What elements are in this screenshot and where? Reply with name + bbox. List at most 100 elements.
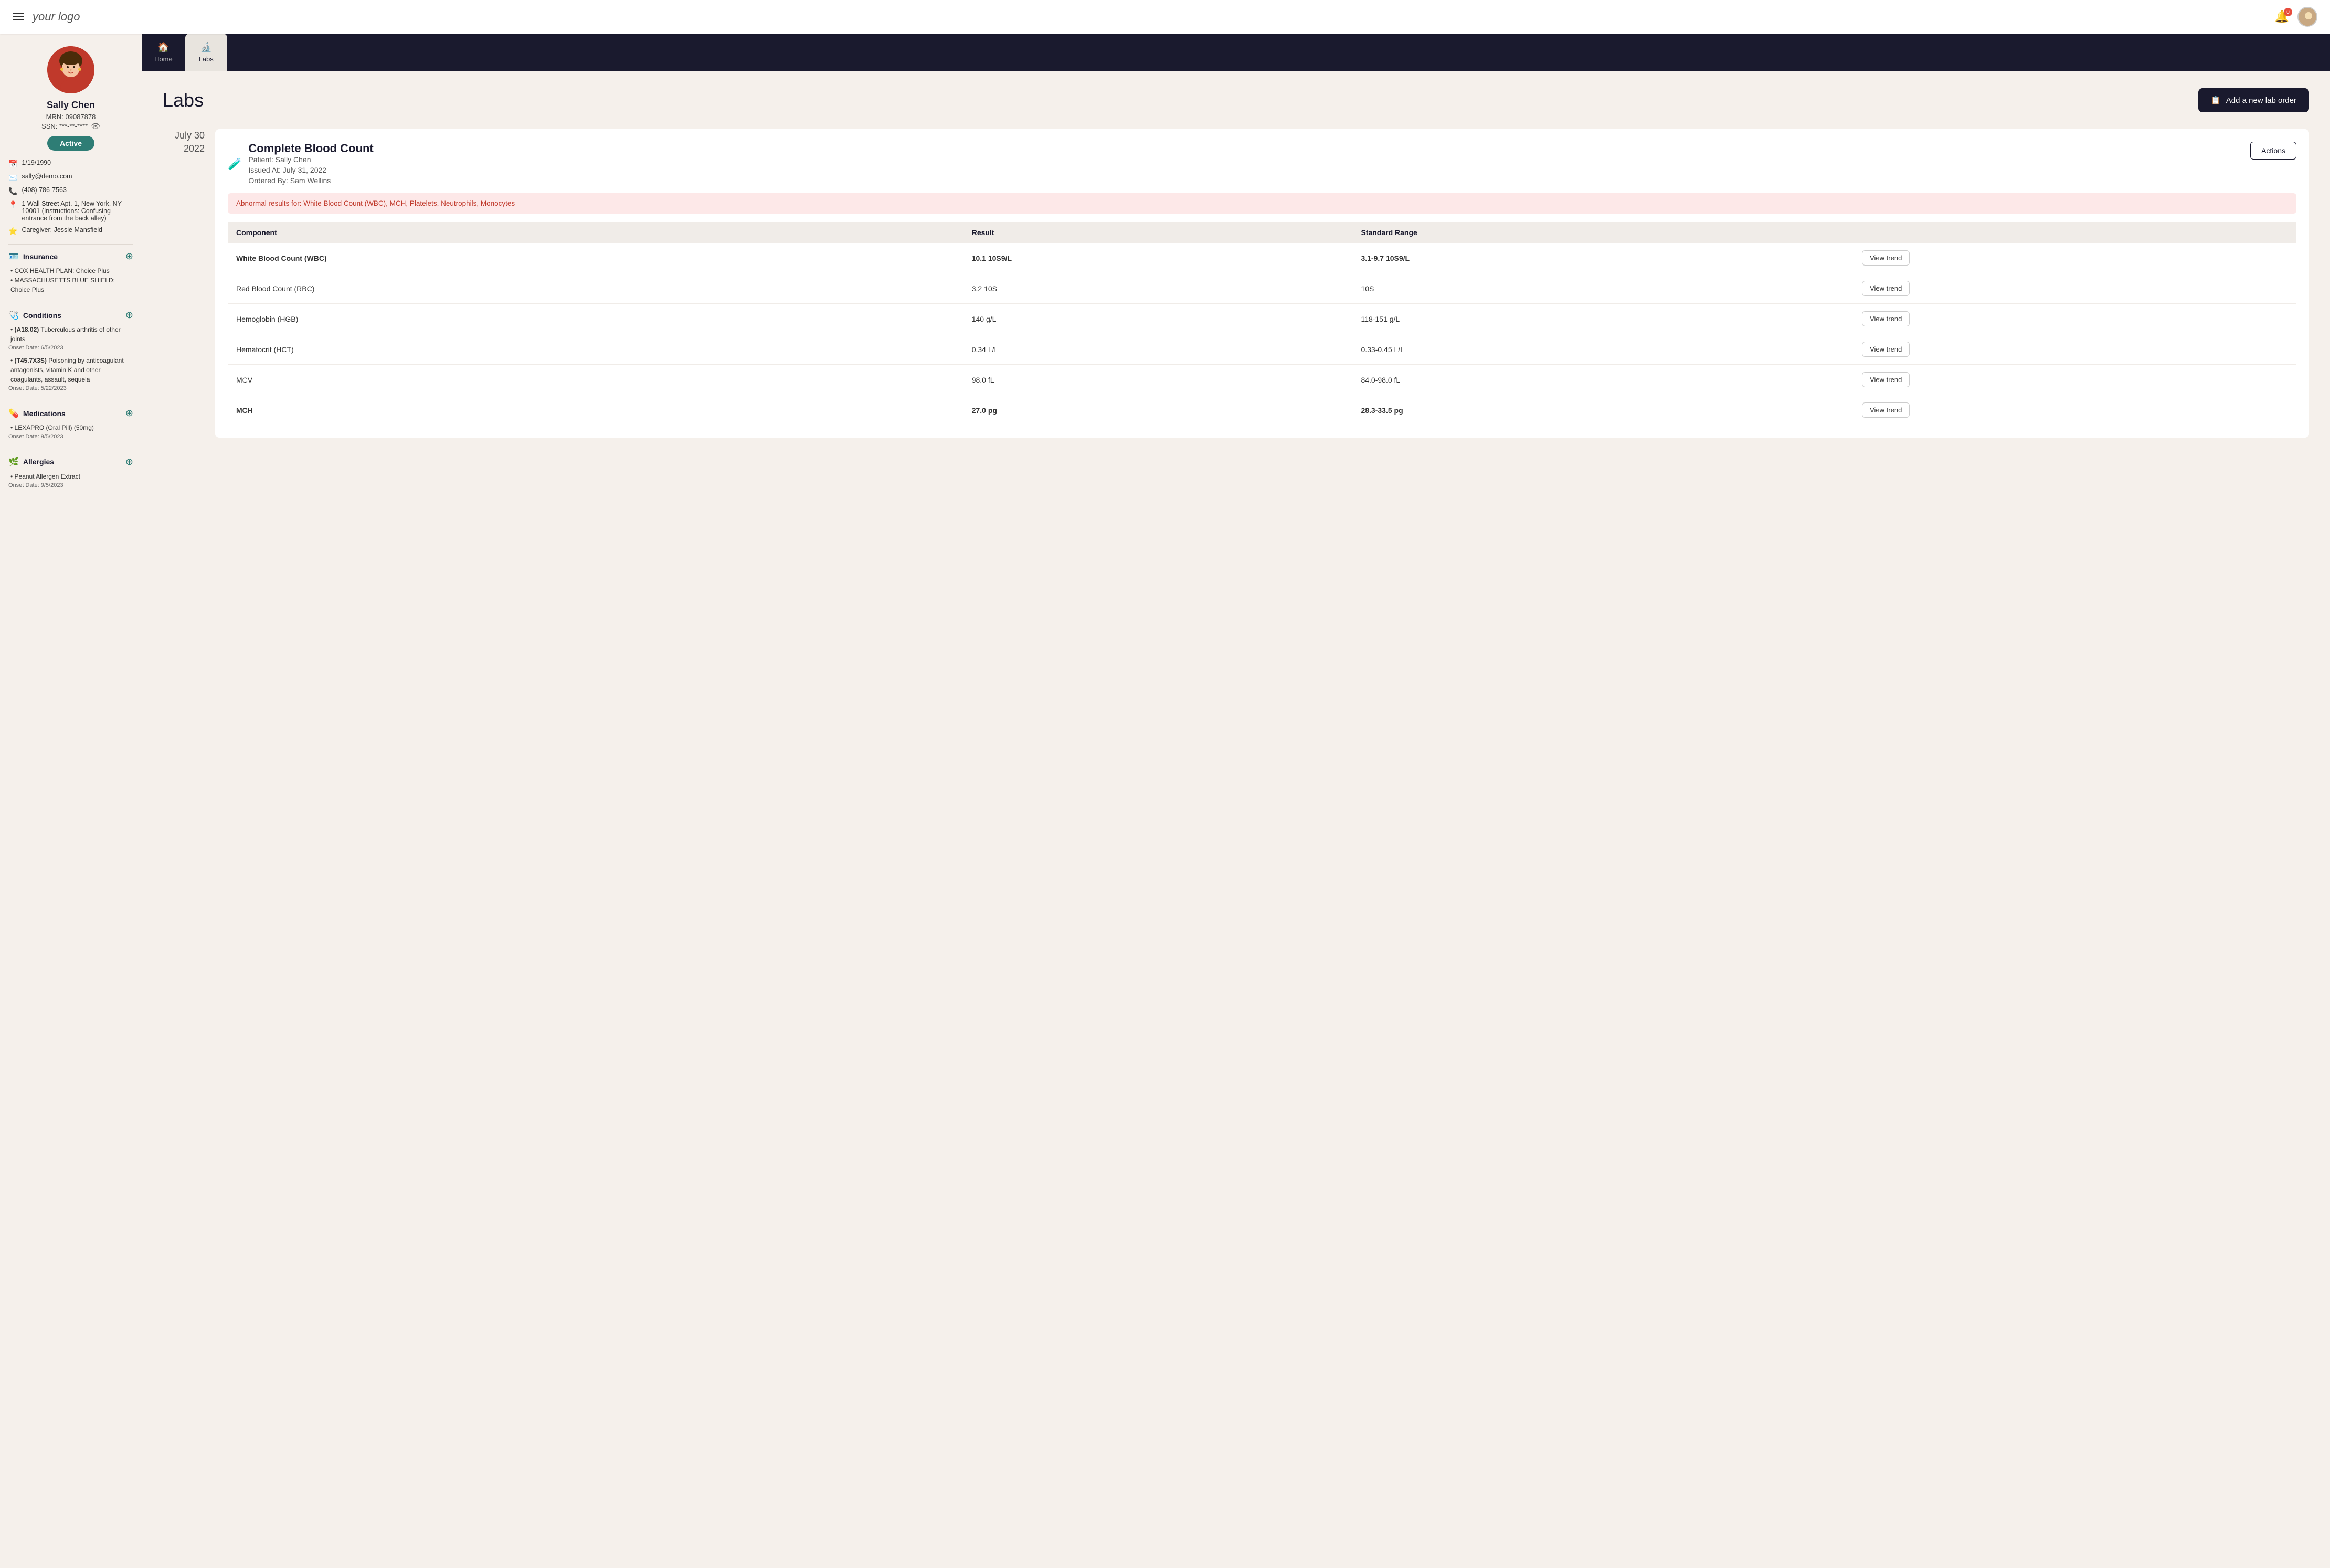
medications-add-btn[interactable]: ⊕	[125, 408, 133, 419]
lab-card-body: 🧪 Complete Blood Count Patient: Sally Ch…	[215, 129, 2309, 438]
labs-icon: 🔬	[200, 42, 211, 53]
cell-result: 0.34 L/L	[963, 334, 1353, 365]
allergy-1: • Peanut Allergen Extract Onset Date: 9/…	[8, 472, 133, 490]
lab-order-card: July 30 2022 🧪 Complete Blood Count Pati…	[163, 129, 2309, 438]
nav-tabs: 🏠 Home 🔬 Labs	[142, 34, 2330, 71]
tab-home-label: Home	[154, 55, 173, 63]
view-trend-button[interactable]: View trend	[1862, 250, 1910, 266]
conditions-section: 🩺 Conditions ⊕ • (A18.02) Tuberculous ar…	[8, 303, 133, 393]
hamburger-menu[interactable]	[13, 13, 24, 20]
location-icon: 📍	[8, 200, 17, 209]
allergies-icon: 🌿	[8, 457, 19, 467]
dob-row: 📅 1/19/1990	[8, 159, 133, 168]
cell-range: 28.3-33.5 pg	[1352, 395, 1854, 426]
col-range: Standard Range	[1352, 222, 1854, 243]
add-lab-icon: 📋	[2211, 96, 2221, 105]
allergies-add-btn[interactable]: ⊕	[125, 457, 133, 468]
calendar-icon: 📅	[8, 160, 17, 168]
cell-range: 0.33-0.45 L/L	[1352, 334, 1854, 365]
table-row: Hematocrit (HCT) 0.34 L/L 0.33-0.45 L/L …	[228, 334, 2296, 365]
condition-1: • (A18.02) Tuberculous arthritis of othe…	[8, 325, 133, 353]
insurance-icon: 🪪	[8, 251, 19, 262]
email-icon: ✉️	[8, 173, 17, 182]
allergies-header: 🌿 Allergies ⊕	[8, 457, 133, 468]
allergies-section: 🌿 Allergies ⊕ • Peanut Allergen Extract …	[8, 450, 133, 490]
table-row: MCH 27.0 pg 28.3-33.5 pg View trend	[228, 395, 2296, 426]
abnormal-banner: Abnormal results for: White Blood Count …	[228, 193, 2296, 214]
cell-action: View trend	[1854, 273, 2296, 304]
patient-ssn: SSN: ***-**-**** 👁	[8, 122, 133, 131]
view-trend-button[interactable]: View trend	[1862, 281, 1910, 296]
lab-patient: Patient: Sally Chen	[248, 155, 373, 164]
view-trend-button[interactable]: View trend	[1862, 402, 1910, 418]
insurance-add-btn[interactable]: ⊕	[125, 251, 133, 262]
tab-labs-label: Labs	[199, 55, 214, 63]
medication-1: • LEXAPRO (Oral Pill) (50mg) Onset Date:…	[8, 423, 133, 441]
logo: your logo	[33, 10, 80, 24]
cell-range: 3.1-9.7 10S9/L	[1352, 243, 1854, 273]
phone-row: 📞 (408) 786-7563	[8, 186, 133, 196]
cell-range: 10S	[1352, 273, 1854, 304]
cell-component: Hemoglobin (HGB)	[228, 304, 963, 334]
page-header: Labs 📋 Add a new lab order	[163, 88, 2309, 112]
condition-2: • (T45.7X3S) Poisoning by anticoagulant …	[8, 356, 133, 393]
main-layout: Sally Chen MRN: 09087878 SSN: ***-**-***…	[0, 0, 2330, 1568]
lab-card-header: 🧪 Complete Blood Count Patient: Sally Ch…	[228, 142, 2296, 187]
lab-ordered-by: Ordered By: Sam Wellins	[248, 176, 373, 185]
conditions-icon: 🩺	[8, 310, 19, 321]
lab-title-area: 🧪 Complete Blood Count Patient: Sally Ch…	[228, 142, 374, 187]
view-trend-button[interactable]: View trend	[1862, 311, 1910, 326]
cell-action: View trend	[1854, 304, 2296, 334]
user-avatar[interactable]	[2297, 7, 2317, 27]
email-row: ✉️ sally@demo.com	[8, 173, 133, 182]
insurance-plans: • COX HEALTH PLAN: Choice Plus • MASSACH…	[8, 266, 133, 294]
patient-info: 📅 1/19/1990 ✉️ sally@demo.com 📞 (408) 78…	[8, 159, 133, 236]
caregiver-row: ⭐ Caregiver: Jessie Mansfield	[8, 226, 133, 236]
tab-home[interactable]: 🏠 Home	[142, 34, 185, 71]
tab-labs[interactable]: 🔬 Labs	[185, 34, 227, 71]
table-header-row: Component Result Standard Range	[228, 222, 2296, 243]
cell-action: View trend	[1854, 334, 2296, 365]
lab-card-inner: 🧪 Complete Blood Count Patient: Sally Ch…	[215, 129, 2309, 438]
table-row: Hemoglobin (HGB) 140 g/L 118-151 g/L Vie…	[228, 304, 2296, 334]
col-component: Component	[228, 222, 963, 243]
actions-button[interactable]: Actions	[2250, 142, 2296, 160]
page-title: Labs	[163, 89, 204, 111]
lab-order-title: Complete Blood Count	[248, 142, 373, 155]
medications-section: 💊 Medications ⊕ • LEXAPRO (Oral Pill) (5…	[8, 401, 133, 441]
ssn-toggle[interactable]: 👁	[91, 122, 100, 131]
cell-component: White Blood Count (WBC)	[228, 243, 963, 273]
cell-range: 118-151 g/L	[1352, 304, 1854, 334]
cell-action: View trend	[1854, 243, 2296, 273]
patient-avatar-wrap	[8, 46, 133, 93]
page-content: Labs 📋 Add a new lab order July 30 2022	[142, 71, 2330, 1568]
col-action	[1854, 222, 2296, 243]
notification-badge: 0	[2284, 8, 2292, 16]
col-result: Result	[963, 222, 1353, 243]
conditions-add-btn[interactable]: ⊕	[125, 310, 133, 321]
active-badge: Active	[8, 136, 133, 151]
view-trend-button[interactable]: View trend	[1862, 372, 1910, 387]
insurance-section: 🪪 Insurance ⊕ • COX HEALTH PLAN: Choice …	[8, 244, 133, 294]
lab-results-table: Component Result Standard Range White Bl…	[228, 222, 2296, 425]
cell-action: View trend	[1854, 365, 2296, 395]
cell-action: View trend	[1854, 395, 2296, 426]
patient-avatar	[47, 46, 94, 93]
cell-component: MCH	[228, 395, 963, 426]
patient-name: Sally Chen	[8, 100, 133, 111]
home-icon: 🏠	[157, 42, 169, 53]
add-lab-button[interactable]: 📋 Add a new lab order	[2198, 88, 2309, 112]
sidebar: Sally Chen MRN: 09087878 SSN: ***-**-***…	[0, 34, 142, 1568]
phone-icon: 📞	[8, 187, 17, 196]
cell-component: Red Blood Count (RBC)	[228, 273, 963, 304]
cell-result: 10.1 10S9/L	[963, 243, 1353, 273]
cell-range: 84.0-98.0 fL	[1352, 365, 1854, 395]
cell-result: 140 g/L	[963, 304, 1353, 334]
notification-bell[interactable]: 🔔 0	[2275, 10, 2289, 24]
topbar-right: 🔔 0	[2275, 7, 2317, 27]
star-icon: ⭐	[8, 227, 17, 236]
view-trend-button[interactable]: View trend	[1862, 342, 1910, 357]
lab-issued: Issued At: July 31, 2022	[248, 166, 373, 174]
cell-component: MCV	[228, 365, 963, 395]
table-row: White Blood Count (WBC) 10.1 10S9/L 3.1-…	[228, 243, 2296, 273]
